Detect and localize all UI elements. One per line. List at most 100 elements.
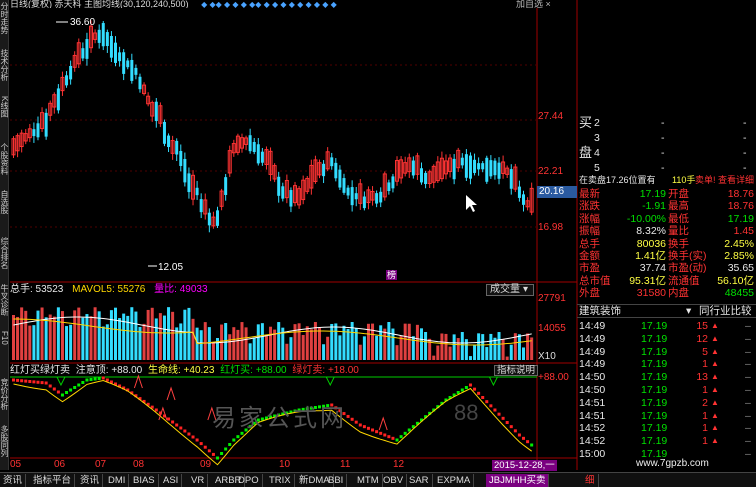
candle-down: [346, 187, 350, 196]
signal-dot: [203, 445, 207, 449]
chevron-down-icon: ▾: [523, 284, 529, 295]
bottom-tab-13[interactable]: OBV: [380, 474, 408, 487]
bottom-tab-8[interactable]: DPO: [235, 474, 263, 487]
volume-bar: [191, 318, 195, 360]
volume-bar: [232, 327, 236, 360]
volume-bar: [420, 328, 423, 360]
candle-down: [252, 141, 256, 153]
signal-dot: [395, 438, 399, 442]
candle-down: [277, 176, 281, 196]
tick-price: 17.19: [641, 422, 668, 435]
bottom-tab-4[interactable]: BIAS: [130, 474, 159, 487]
watermark-mark: 88: [454, 400, 479, 425]
bottom-tab-16[interactable]: JBJMHH买卖: [486, 474, 550, 487]
tick-price: 17.19: [641, 332, 668, 345]
candle-down: [493, 160, 497, 176]
candle-down: [44, 112, 48, 137]
tick-dash: –: [745, 320, 751, 332]
volume-bar: [505, 356, 509, 360]
quote-field-label: 开盘: [668, 188, 689, 200]
signal-dot: [391, 436, 395, 440]
bottom-tab-12[interactable]: MTM: [354, 474, 383, 487]
quote-field-label: 振幅: [579, 225, 600, 238]
tick-dash: –: [745, 332, 751, 345]
volume-bar: [387, 322, 391, 360]
volume-bar: [362, 336, 366, 360]
arrow-up-icon: ▲: [711, 385, 719, 394]
candle-down: [354, 193, 358, 200]
order-alert-link: 卖单! 查看详细: [695, 175, 755, 185]
quote-field-row: 金额 1.41亿 换手(实) 2.85%: [577, 250, 756, 262]
signal-dot: [224, 447, 228, 451]
volume-bar: [130, 307, 134, 360]
volume-bar: [334, 323, 338, 360]
bottom-tab-14[interactable]: SAR: [406, 474, 433, 487]
bottom-tab-2[interactable]: 资讯: [77, 474, 104, 487]
tick-dash: –: [745, 409, 751, 422]
bottom-tab-6[interactable]: VR: [188, 474, 209, 487]
volume-bar: [468, 356, 472, 360]
signal-dot: [350, 417, 354, 421]
candle-down: [130, 59, 134, 81]
bottom-tab-9[interactable]: TRIX: [266, 474, 295, 487]
volume-bar: [60, 311, 64, 360]
signal-dot: [530, 443, 534, 447]
bottom-indicator-tabs: 资讯 指标平台 资讯 DMI BIAS ASI VR ARBR DPO TRIX 新DMA BBI MT…: [0, 472, 756, 487]
volume-bar: [264, 334, 268, 360]
arrow-up-icon: ▲: [711, 321, 719, 330]
date-tick: 09: [200, 459, 212, 470]
volume-bar: [77, 307, 81, 360]
candle-down: [322, 163, 326, 177]
current-price-tag: 20.16: [537, 186, 577, 198]
axis-label-high: 27.44: [538, 111, 564, 122]
bottom-tab-5[interactable]: ASI: [160, 474, 183, 487]
volume-bar: [101, 326, 105, 360]
bottom-tab-15[interactable]: EXPMA: [434, 474, 475, 487]
volume-bar: [203, 322, 207, 360]
quote-field-row: 总市值 95.31亿 流通值 56.10亿: [577, 275, 756, 287]
detail-tab[interactable]: 细: [582, 474, 599, 487]
candle-down: [224, 177, 228, 195]
volume-bar: [183, 309, 187, 360]
tick-price: 17.19: [641, 409, 668, 422]
candle-down: [32, 129, 36, 137]
tick-dash: –: [745, 371, 751, 384]
orderbook-row: 盘4 - -: [577, 146, 756, 159]
volume-axis-mid: 14055: [538, 323, 566, 334]
candle-down: [118, 52, 122, 62]
bottom-tab-0[interactable]: 资讯: [0, 474, 27, 487]
order-alert-text: 在卖盘17.26位置有: [579, 175, 656, 185]
quote-field-label: 外盘: [579, 287, 600, 300]
bottom-tab-1[interactable]: 指标平台: [30, 474, 76, 487]
industry-compare-tab[interactable]: 同行业比较: [699, 305, 752, 317]
volume-bar: [318, 327, 321, 360]
candle-down: [65, 75, 69, 86]
volume-bar: [452, 334, 456, 360]
sector-tab[interactable]: 建筑装饰: [579, 305, 621, 317]
indicator-help-button[interactable]: 指标说明: [494, 365, 538, 376]
bottom-tab-3[interactable]: DMI: [105, 474, 130, 487]
quote-field-value: 35.65: [727, 262, 754, 275]
signal-dot: [493, 408, 497, 412]
candle-down: [362, 196, 366, 209]
signal-dot: [362, 425, 366, 429]
volume-bar: [199, 330, 203, 360]
volume-indicator-select[interactable]: 成交量 ▾: [486, 284, 534, 296]
orderbook-volume: -: [743, 132, 747, 144]
volume-bar: [256, 324, 260, 360]
signal-dot: [65, 391, 69, 394]
candle-down: [207, 212, 211, 226]
signal-dot: [167, 417, 171, 421]
candle-down: [105, 32, 109, 47]
bottom-tab-11[interactable]: BBI: [325, 474, 348, 487]
signal-dot: [44, 381, 48, 385]
candle-down: [411, 160, 415, 176]
ranking-marker[interactable]: 榜: [386, 270, 398, 280]
candle-down: [81, 48, 85, 59]
signal-dot: [81, 381, 85, 384]
volume-bar: [440, 333, 444, 360]
quote-field-row: 最新 17.19 开盘 18.76: [577, 188, 756, 200]
candle-down: [36, 123, 40, 138]
chevron-down-icon[interactable]: ▾: [686, 305, 691, 317]
quote-field-value: 31580: [636, 287, 666, 300]
